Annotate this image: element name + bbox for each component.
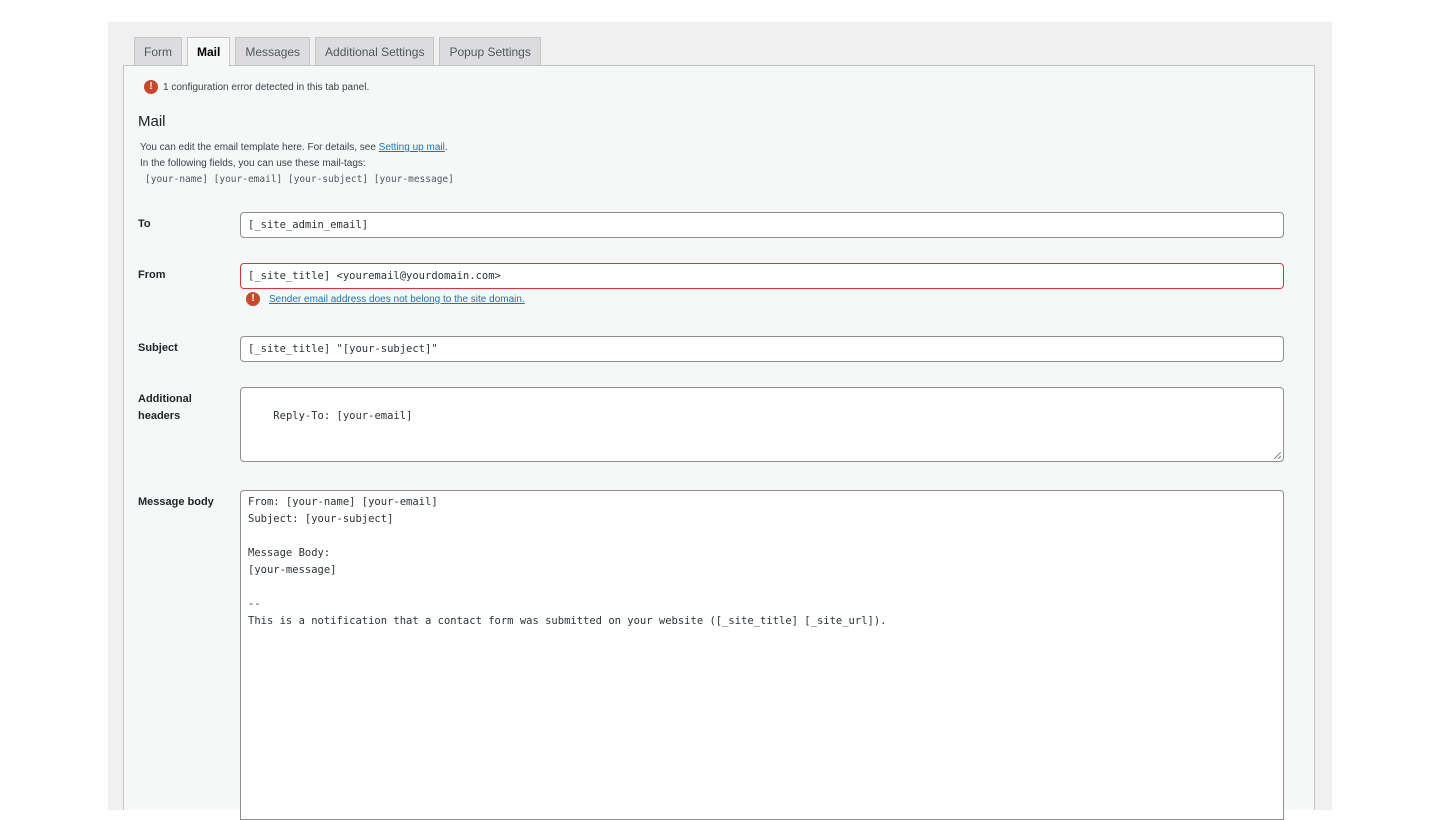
additional-headers-field[interactable]: Reply-To: [your-email]: [240, 387, 1284, 462]
subject-field[interactable]: [_site_title] "[your-subject]": [240, 336, 1284, 362]
from-field[interactable]: [_site_title] <youremail@yourdomain.com>: [240, 263, 1284, 289]
tab-popup-settings[interactable]: Popup Settings: [439, 37, 541, 65]
from-error-link[interactable]: Sender email address does not belong to …: [269, 294, 525, 305]
desc-suffix: .: [444, 142, 448, 153]
mail-tab-panel: ! 1 configuration error detected in this…: [123, 65, 1315, 820]
error-icon: !: [246, 292, 260, 306]
resize-handle[interactable]: [1274, 452, 1281, 459]
tab-form[interactable]: Form: [134, 37, 182, 65]
config-error-text: 1 configuration error detected in this t…: [163, 81, 370, 93]
from-label: From: [138, 269, 166, 281]
tab-mail[interactable]: Mail: [187, 37, 231, 66]
config-error-notice: ! 1 configuration error detected in this…: [144, 80, 369, 94]
setting-up-mail-link[interactable]: Setting up mail: [379, 142, 445, 153]
desc-line-2: In the following fields, you can use the…: [140, 158, 366, 169]
section-description: You can edit the email template here. Fo…: [140, 140, 454, 188]
to-label: To: [138, 218, 151, 230]
desc-prefix: You can edit the email template here. Fo…: [140, 142, 379, 153]
message-body-label: Message body: [138, 496, 214, 508]
message-body-field[interactable]: From: [your-name] [your-email] Subject: …: [240, 490, 1284, 820]
tab-bar: Form Mail Messages Additional Settings P…: [134, 37, 541, 66]
tab-additional-settings[interactable]: Additional Settings: [315, 37, 435, 65]
additional-headers-value: Reply-To: [your-email]: [273, 410, 413, 422]
error-icon: !: [144, 80, 158, 94]
tab-messages[interactable]: Messages: [235, 37, 311, 65]
mail-tags: [your-name] [your-email] [your-subject] …: [145, 174, 454, 185]
section-title: Mail: [138, 113, 166, 130]
subject-label: Subject: [138, 342, 178, 354]
additional-headers-label: Additional headers: [138, 393, 192, 422]
to-field[interactable]: [_site_admin_email]: [240, 212, 1284, 238]
from-field-error: ! Sender email address does not belong t…: [246, 292, 525, 306]
